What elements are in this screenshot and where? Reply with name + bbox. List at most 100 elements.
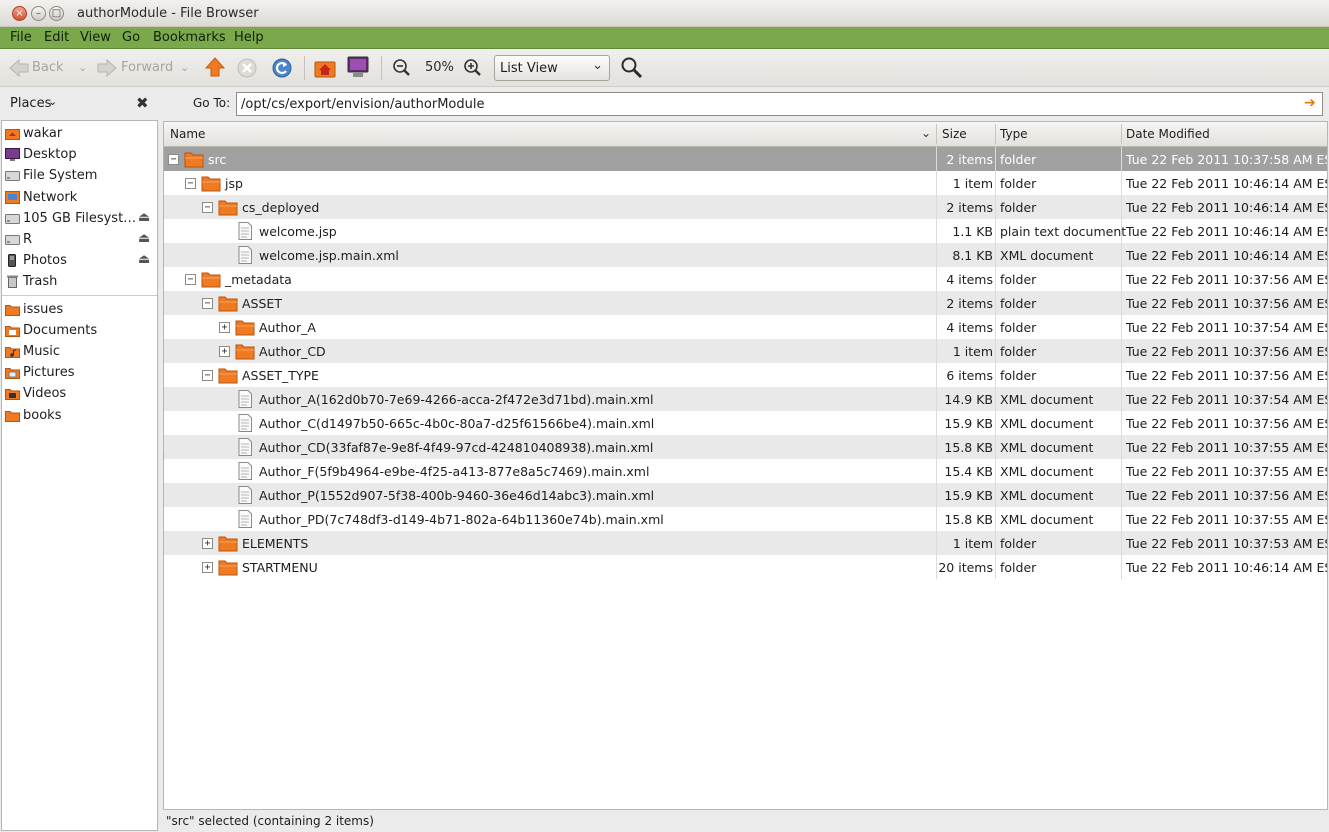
expand-icon[interactable]: + <box>202 538 213 549</box>
menu-bookmarks[interactable]: Bookmarks <box>153 30 226 45</box>
column-divider <box>995 219 996 243</box>
menu-go[interactable]: Go <box>122 30 140 45</box>
table-row[interactable]: + ELEMENTS 1 item folder Tue 22 Feb 2011 10:… <box>164 531 1327 555</box>
toolbar-separator <box>304 56 305 80</box>
row-date-modified: Tue 22 Feb 2011 10:46:14 AM EST <box>1126 560 1328 575</box>
window-title: authorModule - File Browser <box>77 6 259 21</box>
zoom-level[interactable]: 50% <box>425 60 454 75</box>
sidebar-bookmark[interactable]: books <box>2 405 157 426</box>
table-row[interactable]: − ASSET_TYPE 6 items folder Tue 22 Feb 2011 … <box>164 363 1328 387</box>
column-divider <box>936 147 937 171</box>
sidebar-item[interactable]: Trash <box>2 271 157 292</box>
chevron-down-icon[interactable]: ⌄ <box>48 95 57 108</box>
back-dropdown-icon[interactable]: ⌄ <box>78 61 87 74</box>
column-date-modified[interactable]: Date Modified <box>1126 127 1210 141</box>
drive-icon <box>5 233 20 246</box>
sidebar-item[interactable]: 105 GB Filesyst… ⏏ <box>2 208 157 229</box>
sidebar-item[interactable]: File System <box>2 165 157 186</box>
table-row[interactable]: Author_PD(7c748df3-d149-4b71-802a-64b113… <box>164 507 1327 531</box>
search-icon[interactable] <box>620 56 644 80</box>
sidebar-bookmark[interactable]: Videos <box>2 383 157 404</box>
sidebar-item[interactable]: R ⏏ <box>2 229 157 250</box>
table-row[interactable]: + Author_A 4 items folder Tue 22 Feb 2011 10… <box>164 315 1327 339</box>
back-arrow-icon[interactable] <box>8 58 30 78</box>
network-icon <box>5 190 20 204</box>
column-type[interactable]: Type <box>1000 127 1028 141</box>
sidebar-bookmark[interactable]: Music <box>2 341 157 362</box>
close-window-icon[interactable]: × <box>12 6 27 21</box>
menu-edit[interactable]: Edit <box>44 30 69 45</box>
table-row[interactable]: Author_C(d1497b50-665c-4b0c-80a7-d25f615… <box>164 411 1327 435</box>
file-icon <box>235 486 255 504</box>
collapse-icon[interactable]: − <box>202 202 213 213</box>
zoom-out-icon[interactable] <box>392 58 412 78</box>
row-date-modified: Tue 22 Feb 2011 10:37:56 AM EST <box>1126 368 1328 383</box>
column-divider <box>1121 291 1122 315</box>
forward-dropdown-icon[interactable]: ⌄ <box>180 61 189 74</box>
menu-help[interactable]: Help <box>234 30 264 45</box>
computer-icon[interactable] <box>346 55 370 79</box>
location-input[interactable] <box>236 92 1323 116</box>
table-row[interactable]: − _metadata 4 items folder Tue 22 Feb 2011 1… <box>164 267 1327 291</box>
collapse-icon[interactable]: − <box>202 370 213 381</box>
minimize-window-icon[interactable]: – <box>31 6 46 21</box>
folder-icon <box>235 318 255 336</box>
table-row[interactable]: + Author_CD 1 item folder Tue 22 Feb 2011 10… <box>164 339 1327 363</box>
places-dropdown[interactable]: Places <box>10 96 51 111</box>
expand-icon[interactable]: + <box>202 562 213 573</box>
column-name[interactable]: Name <box>170 127 205 141</box>
table-row[interactable]: Author_F(5f9b4964-e9be-4f25-a413-877e8a5… <box>164 459 1327 483</box>
home-icon[interactable] <box>313 56 337 80</box>
table-row[interactable]: − cs_deployed 2 items folder Tue 22 Feb 2011… <box>164 195 1327 219</box>
forward-arrow-icon[interactable] <box>96 58 118 78</box>
row-name: Author_P(1552d907-5f38-400b-9460-36e46d1… <box>259 488 655 503</box>
sidebar-item[interactable]: Photos ⏏ <box>2 250 157 271</box>
status-bar: "src" selected (containing 2 items) <box>163 811 1328 832</box>
column-separator[interactable] <box>936 124 937 144</box>
collapse-icon[interactable]: − <box>168 154 179 165</box>
table-row[interactable]: + STARTMENU 20 items folder Tue 22 Feb 2011 … <box>164 555 1328 579</box>
menu-file[interactable]: File <box>10 30 32 45</box>
sidebar-item[interactable]: wakar <box>2 123 157 144</box>
collapse-icon[interactable]: − <box>185 178 196 189</box>
view-mode-select[interactable]: List View ⌄ <box>494 55 610 81</box>
zoom-in-icon[interactable] <box>463 58 483 78</box>
sidebar-item[interactable]: Network <box>2 187 157 208</box>
table-row[interactable]: welcome.jsp.main.xml 8.1 KB XML document Tu… <box>164 243 1327 267</box>
column-separator[interactable] <box>1121 124 1122 144</box>
eject-icon[interactable]: ⏏ <box>138 252 150 267</box>
stop-icon[interactable] <box>236 57 258 79</box>
row-size: 2 items <box>946 152 993 167</box>
collapse-icon[interactable]: − <box>202 298 213 309</box>
file-list[interactable]: Name ⌄ Size Type Date Modified − src 2 ite… <box>163 121 1328 810</box>
forward-button[interactable]: Forward <box>121 60 173 75</box>
sidebar-item[interactable]: Desktop <box>2 144 157 165</box>
desktop-icon <box>5 148 20 162</box>
table-row[interactable]: welcome.jsp 1.1 KB plain text document Tue … <box>164 219 1327 243</box>
close-sidebar-icon[interactable]: ✖ <box>136 94 149 112</box>
table-row[interactable]: Author_P(1552d907-5f38-400b-9460-36e46d1… <box>164 483 1327 507</box>
table-row[interactable]: − ASSET 2 items folder Tue 22 Feb 2011 10:37… <box>164 291 1327 315</box>
sidebar-bookmark[interactable]: Documents <box>2 320 157 341</box>
sidebar-bookmark[interactable]: issues <box>2 299 157 320</box>
up-arrow-icon[interactable] <box>204 56 226 78</box>
menu-view[interactable]: View <box>80 30 111 45</box>
folder-icon <box>218 198 238 216</box>
eject-icon[interactable]: ⏏ <box>138 231 150 246</box>
eject-icon[interactable]: ⏏ <box>138 210 150 225</box>
back-button[interactable]: Back <box>32 60 64 75</box>
table-row[interactable]: Author_CD(33faf87e-9e8f-4f49-97cd-424810… <box>164 435 1327 459</box>
reload-icon[interactable] <box>270 56 294 80</box>
collapse-icon[interactable]: − <box>185 274 196 285</box>
expand-icon[interactable]: + <box>219 322 230 333</box>
column-size[interactable]: Size <box>942 127 967 141</box>
column-separator[interactable] <box>995 124 996 144</box>
sidebar-bookmark[interactable]: Pictures <box>2 362 157 383</box>
table-row[interactable]: − src 2 items folder Tue 22 Feb 2011 10:37:5… <box>164 147 1327 171</box>
table-row[interactable]: − jsp 1 item folder Tue 22 Feb 2011 10:46:14… <box>164 171 1327 195</box>
table-row[interactable]: Author_A(162d0b70-7e69-4266-acca-2f472e3… <box>164 387 1327 411</box>
expand-icon[interactable]: + <box>219 346 230 357</box>
pane-resize-handle[interactable]: ⋮ <box>159 452 168 462</box>
maximize-window-icon[interactable]: □ <box>49 6 64 21</box>
go-arrow-icon[interactable]: ➔ <box>1304 95 1316 111</box>
